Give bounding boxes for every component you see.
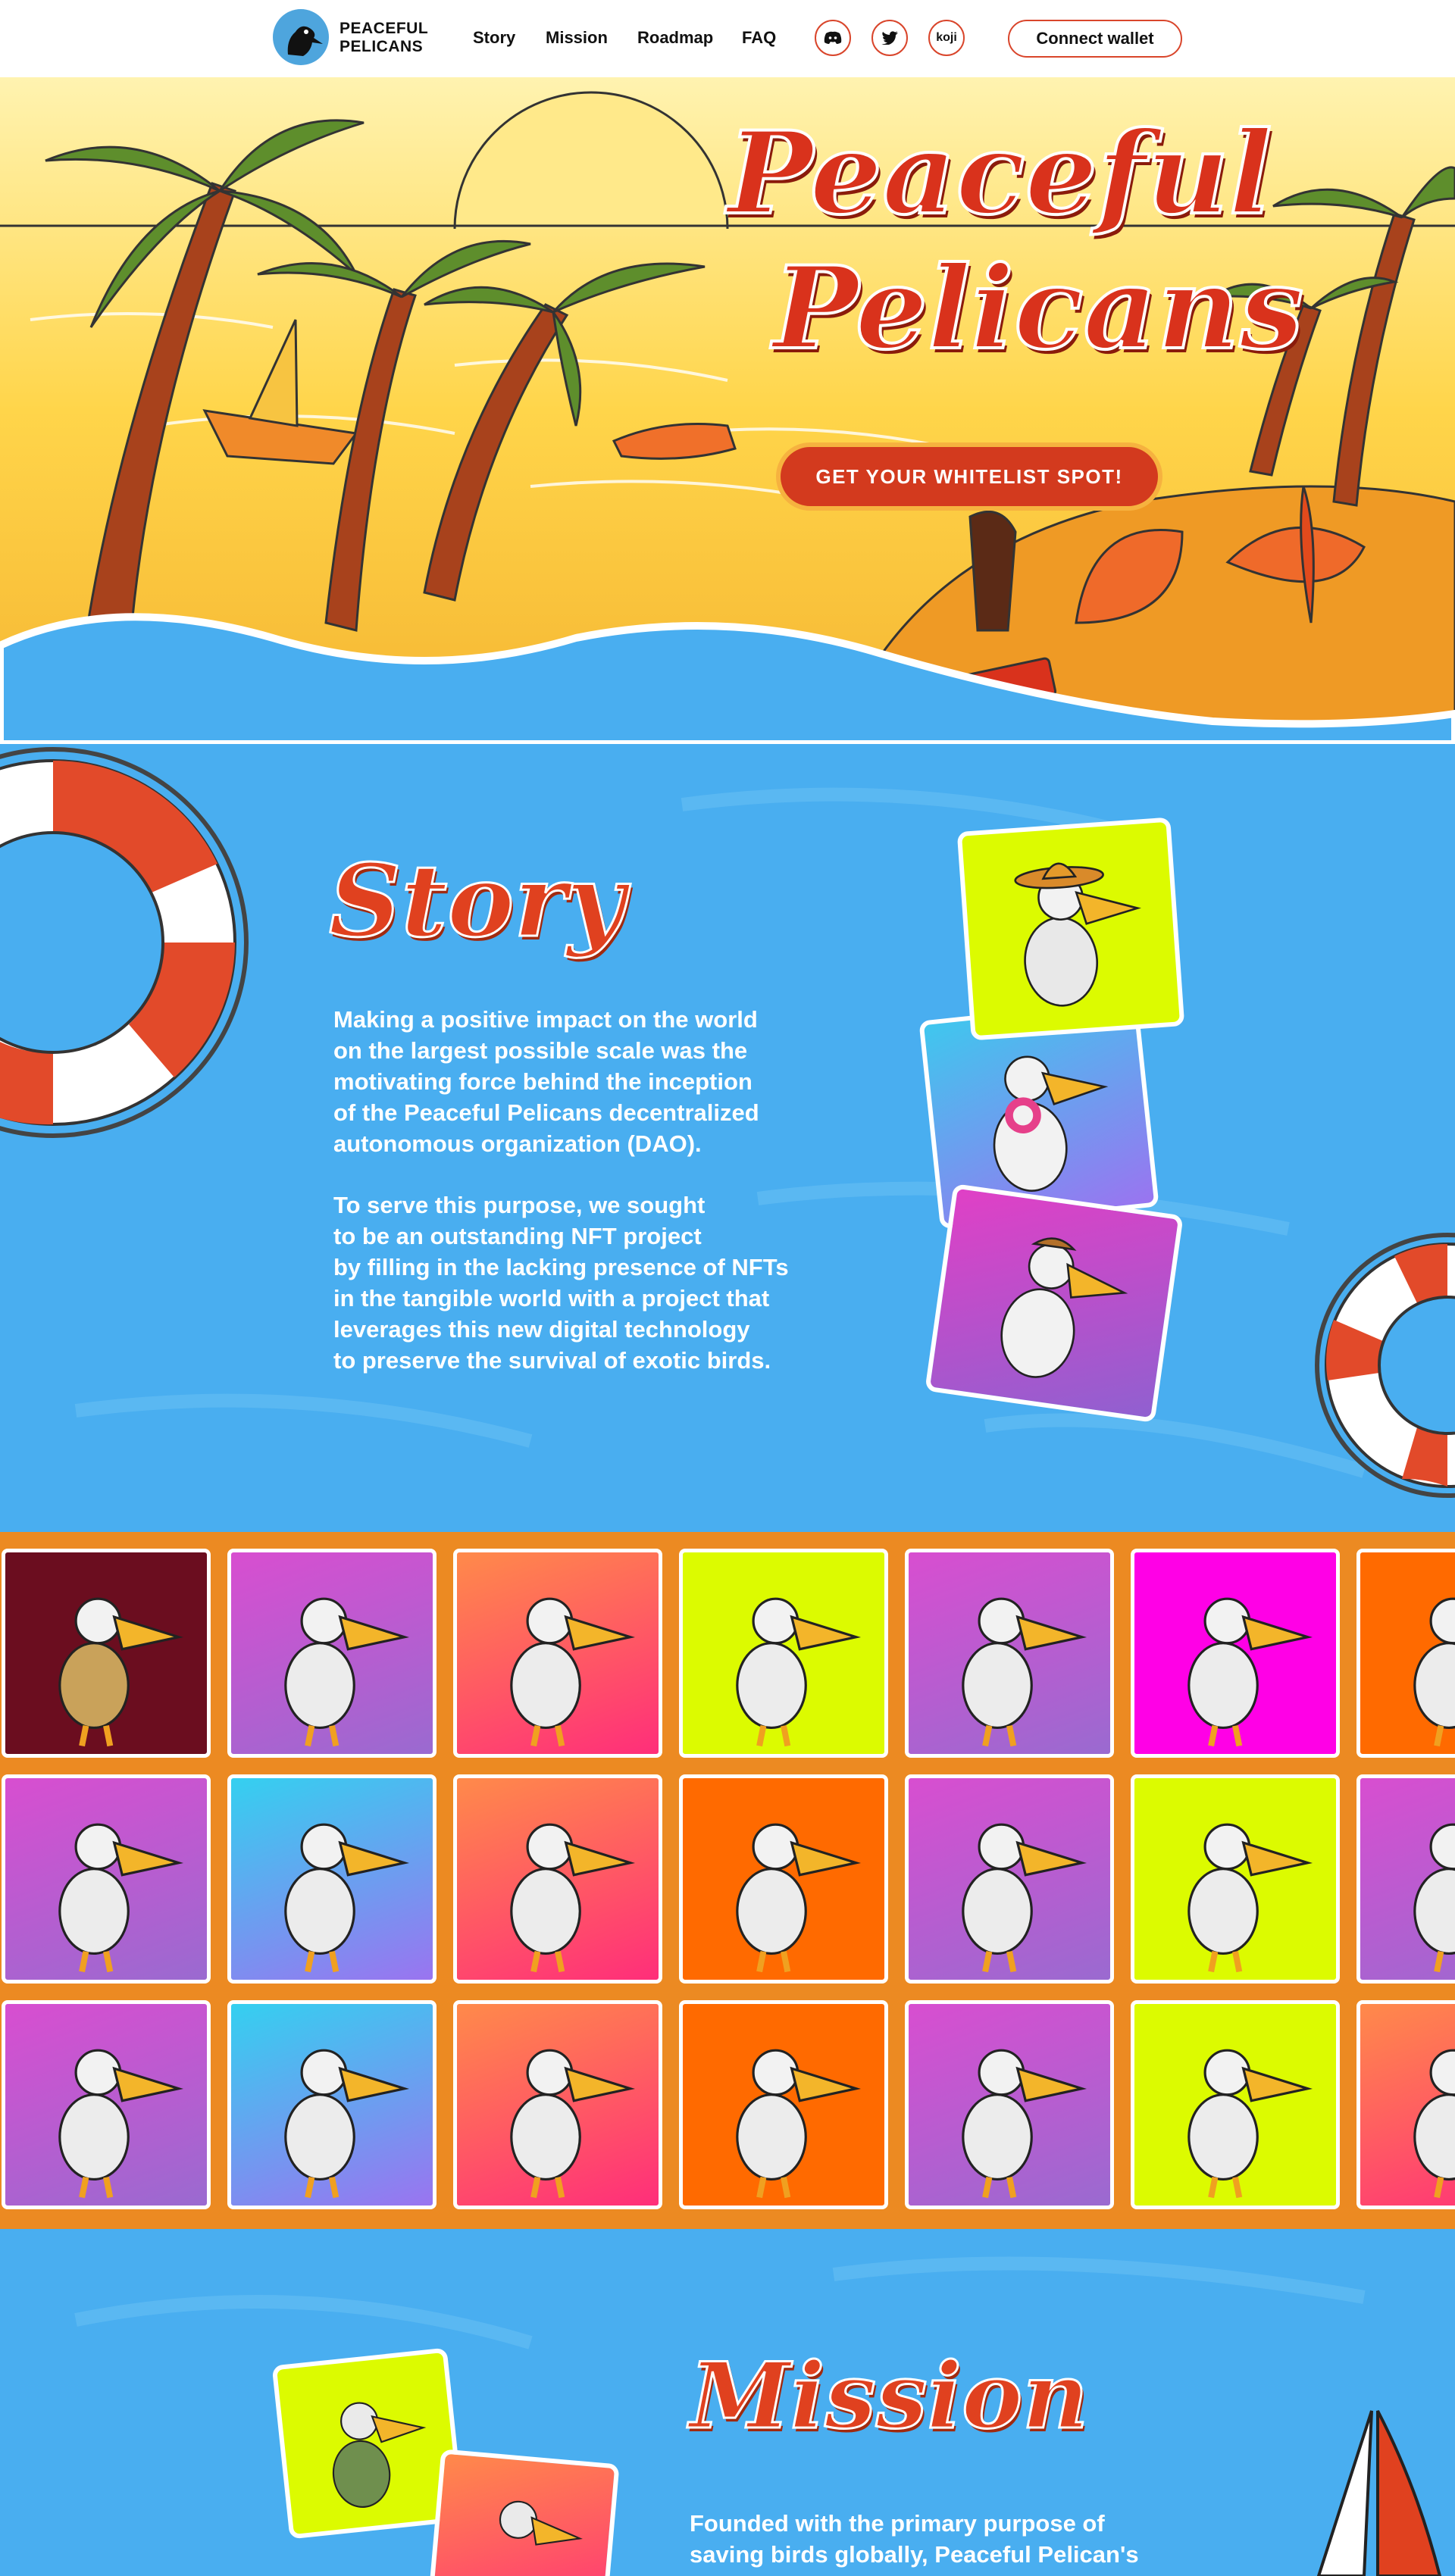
logo-text: PEACEFUL PELICANS (340, 20, 429, 55)
nft-card (925, 1183, 1184, 1423)
pelican-icon (332, 2402, 427, 2509)
top-navbar: PEACEFUL PELICANS Story Mission Roadmap … (0, 0, 1455, 77)
nft-tile (679, 1774, 888, 1984)
nft-gallery (0, 1532, 1455, 2229)
pelican-icon (962, 2049, 1087, 2199)
pelican-icon (1187, 2049, 1313, 2199)
pelican-logo-icon (273, 9, 329, 65)
life-ring-icon (0, 747, 249, 1138)
twitter-icon (881, 31, 898, 45)
pelican-icon (1014, 862, 1141, 1007)
hero-title: Peaceful Pelicans (726, 105, 1305, 377)
pelican-icon (1187, 1597, 1313, 1747)
nft-tile (1356, 2000, 1455, 2209)
nav-link-faq[interactable]: FAQ (742, 28, 776, 48)
story-paragraph: To serve this purpose, we sought to be a… (333, 1192, 789, 1374)
nft-tile (1131, 1549, 1340, 1758)
story-title: Story (328, 842, 627, 961)
pelican-icon (510, 2049, 636, 2199)
nft-tile (2, 1774, 211, 1984)
pelican-icon (499, 2500, 583, 2546)
pelican-icon (510, 1597, 636, 1747)
connect-wallet-button[interactable]: Connect wallet (1008, 20, 1182, 58)
nft-card (956, 817, 1185, 1041)
pelican-icon (1000, 1237, 1128, 1378)
pelican-icon (1187, 1823, 1313, 1973)
pelican-icon (510, 1823, 636, 1973)
nft-tile (1131, 2000, 1340, 2209)
pelican-icon (1413, 1597, 1455, 1747)
nft-tile (227, 1774, 436, 1984)
pelican-icon (284, 1597, 410, 1747)
story-section: Story Making a positive impact on the wo… (0, 744, 1455, 1532)
nft-tile (679, 2000, 888, 2209)
twitter-button[interactable] (871, 20, 908, 56)
life-ring-icon (1315, 1233, 1455, 1498)
mission-title: Mission (688, 2342, 1089, 2451)
mission-section: Mission Founded with the primary purpose… (0, 2229, 1455, 2576)
koji-button[interactable]: koji (928, 20, 965, 56)
story-paragraph: Making a positive impact on the world on… (333, 1006, 759, 1157)
whitelist-button[interactable]: GET YOUR WHITELIST SPOT! (776, 442, 1162, 511)
nft-tile (905, 2000, 1114, 2209)
nft-tile (227, 2000, 436, 2209)
pelican-icon (962, 1597, 1087, 1747)
pelican-icon (58, 1597, 184, 1747)
pelican-icon (962, 1823, 1087, 1973)
nft-card (426, 2449, 620, 2576)
nft-tile (2, 1549, 211, 1758)
nft-tile (905, 1549, 1114, 1758)
nav-link-roadmap[interactable]: Roadmap (637, 28, 713, 48)
nft-tile (679, 1549, 888, 1758)
nft-tile (1356, 1549, 1455, 1758)
nft-tile (905, 1774, 1114, 1984)
story-body: Making a positive impact on the world on… (333, 1004, 864, 1406)
pelican-icon (1413, 2049, 1455, 2199)
pelican-icon (1413, 1823, 1455, 1973)
nft-tile (1356, 1774, 1455, 1984)
nft-tile (1131, 1774, 1340, 1984)
pelican-icon (284, 2049, 410, 2199)
hero-banner: Peaceful Pelicans GET YOUR WHITELIST SPO… (0, 77, 1455, 744)
nft-tile (2, 2000, 211, 2209)
nft-tile (453, 1549, 662, 1758)
discord-button[interactable] (815, 20, 851, 56)
mission-body: Founded with the primary purpose of savi… (690, 2510, 1139, 2568)
nft-tile (453, 2000, 662, 2209)
pelican-icon (284, 1823, 410, 1973)
nav-link-mission[interactable]: Mission (546, 28, 608, 48)
pelican-icon (736, 2049, 862, 2199)
pelican-icon (736, 1823, 862, 1973)
logo[interactable]: PEACEFUL PELICANS (273, 9, 440, 70)
nav-link-story[interactable]: Story (473, 28, 515, 48)
pelican-icon (58, 1823, 184, 1973)
pelican-icon (58, 2049, 184, 2199)
hero-title-line2: Pelicans (771, 240, 1305, 377)
koji-icon: koji (936, 31, 957, 44)
nft-tile (227, 1549, 436, 1758)
hero-title-line1: Peaceful (726, 105, 1274, 242)
discord-icon (824, 31, 842, 44)
nft-tile (453, 1774, 662, 1984)
pelican-icon (736, 1597, 862, 1747)
